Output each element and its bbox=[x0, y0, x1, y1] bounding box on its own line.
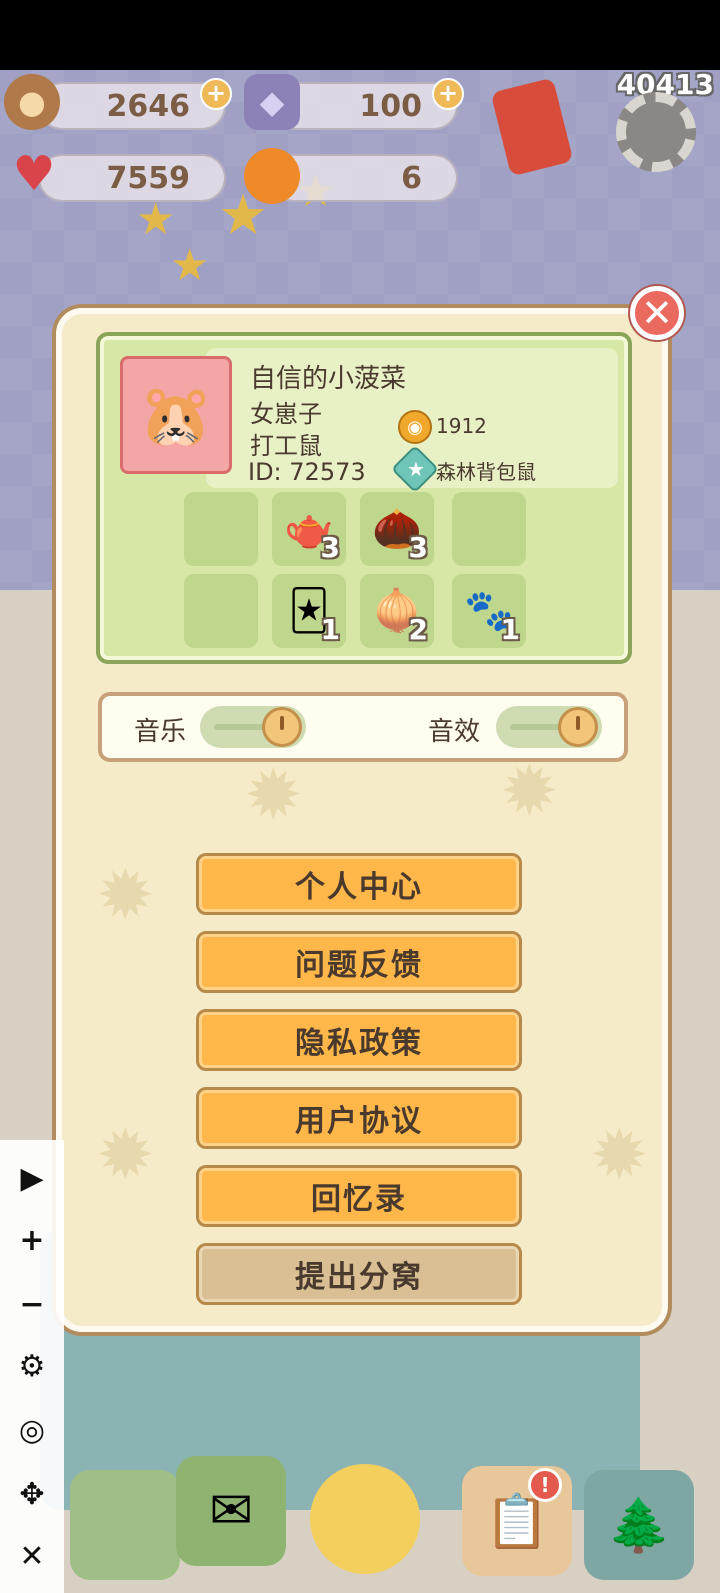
sfx-toggle-knob[interactable] bbox=[558, 707, 598, 747]
sfx-label: 音效 bbox=[428, 717, 481, 747]
move-icon[interactable]: ✥ bbox=[8, 1470, 56, 1518]
avatar[interactable]: 🐹 bbox=[120, 356, 232, 474]
player-id: ID: 72573 bbox=[248, 458, 366, 486]
music-toggle-knob[interactable] bbox=[262, 707, 302, 747]
inventory-slot[interactable] bbox=[184, 492, 258, 566]
hanging-star-icon: ★ bbox=[170, 240, 210, 291]
privacy-policy-button[interactable]: 隐私政策 bbox=[196, 1009, 522, 1071]
gear-decoration-icon: ✹ bbox=[590, 1114, 649, 1196]
music-toggle[interactable] bbox=[200, 706, 306, 748]
status-bar bbox=[0, 0, 720, 70]
crystal-icon: ◆ bbox=[244, 74, 300, 130]
gear-decoration-icon: ✹ bbox=[96, 1114, 155, 1196]
hide-icon[interactable]: ◎ bbox=[8, 1406, 56, 1454]
memories-button[interactable]: 回忆录 bbox=[196, 1165, 522, 1227]
tasks-alert-icon: ! bbox=[528, 1468, 562, 1502]
add-gem-button[interactable]: + bbox=[432, 78, 464, 110]
close-button[interactable]: ✕ bbox=[630, 286, 684, 340]
feedback-button[interactable]: 问题反馈 bbox=[196, 931, 522, 993]
gear-decoration-icon: ✹ bbox=[244, 754, 303, 836]
acorn-icon: ● bbox=[4, 74, 60, 130]
inventory-slot[interactable] bbox=[184, 574, 258, 648]
personal-center-button[interactable]: 个人中心 bbox=[196, 853, 522, 915]
bell-icon: ◉ bbox=[398, 410, 432, 444]
badge-title: 森林背包鼠 bbox=[436, 460, 536, 484]
leave-nest-button[interactable]: 提出分窝 bbox=[196, 1243, 522, 1305]
player-name: 自信的小菠菜 bbox=[250, 364, 407, 394]
heart-counter: 7559 bbox=[38, 154, 226, 202]
close-icon[interactable]: ✕ bbox=[8, 1532, 56, 1580]
house-nav-icon[interactable] bbox=[70, 1470, 180, 1580]
player-gender: 女崽子 bbox=[250, 400, 322, 428]
inventory-slot[interactable] bbox=[452, 492, 526, 566]
star-icon: ★ bbox=[407, 457, 425, 481]
add-acorn-button[interactable]: + bbox=[200, 78, 232, 110]
player-role: 打工鼠 bbox=[250, 432, 322, 460]
inventory-slot[interactable]: 🧅 2 bbox=[360, 574, 434, 648]
gear-decoration-icon: ✹ bbox=[96, 854, 155, 936]
heart-icon: ♥ bbox=[12, 146, 56, 202]
bell-count: 1912 bbox=[436, 414, 487, 438]
gear-settings-icon[interactable] bbox=[616, 92, 696, 172]
mail-nav-icon[interactable]: ✉ bbox=[176, 1456, 286, 1566]
inventory-slot[interactable]: 🌰 3 bbox=[360, 492, 434, 566]
zoom-in-icon[interactable]: + bbox=[8, 1216, 56, 1264]
map-nav-icon[interactable]: 🌲 bbox=[584, 1470, 694, 1580]
zoom-out-icon[interactable]: − bbox=[8, 1280, 56, 1328]
inventory-slot[interactable]: 🐾 1 bbox=[452, 574, 526, 648]
music-label: 音乐 bbox=[134, 717, 187, 747]
gear-icon[interactable]: ⚙ bbox=[8, 1342, 56, 1390]
orange-icon bbox=[244, 148, 300, 204]
gear-decoration-icon: ✹ bbox=[500, 750, 559, 832]
inventory-slot[interactable]: 🃏 1 bbox=[272, 574, 346, 648]
play-icon[interactable]: ▶ bbox=[8, 1154, 56, 1202]
user-agreement-button[interactable]: 用户协议 bbox=[196, 1087, 522, 1149]
inventory-slot[interactable]: 🫖 3 bbox=[272, 492, 346, 566]
friends-nav-icon[interactable] bbox=[310, 1464, 420, 1574]
acorn-counter: 2646 bbox=[38, 82, 226, 130]
sfx-toggle[interactable] bbox=[496, 706, 602, 748]
hanging-star-icon: ★ bbox=[136, 194, 176, 245]
